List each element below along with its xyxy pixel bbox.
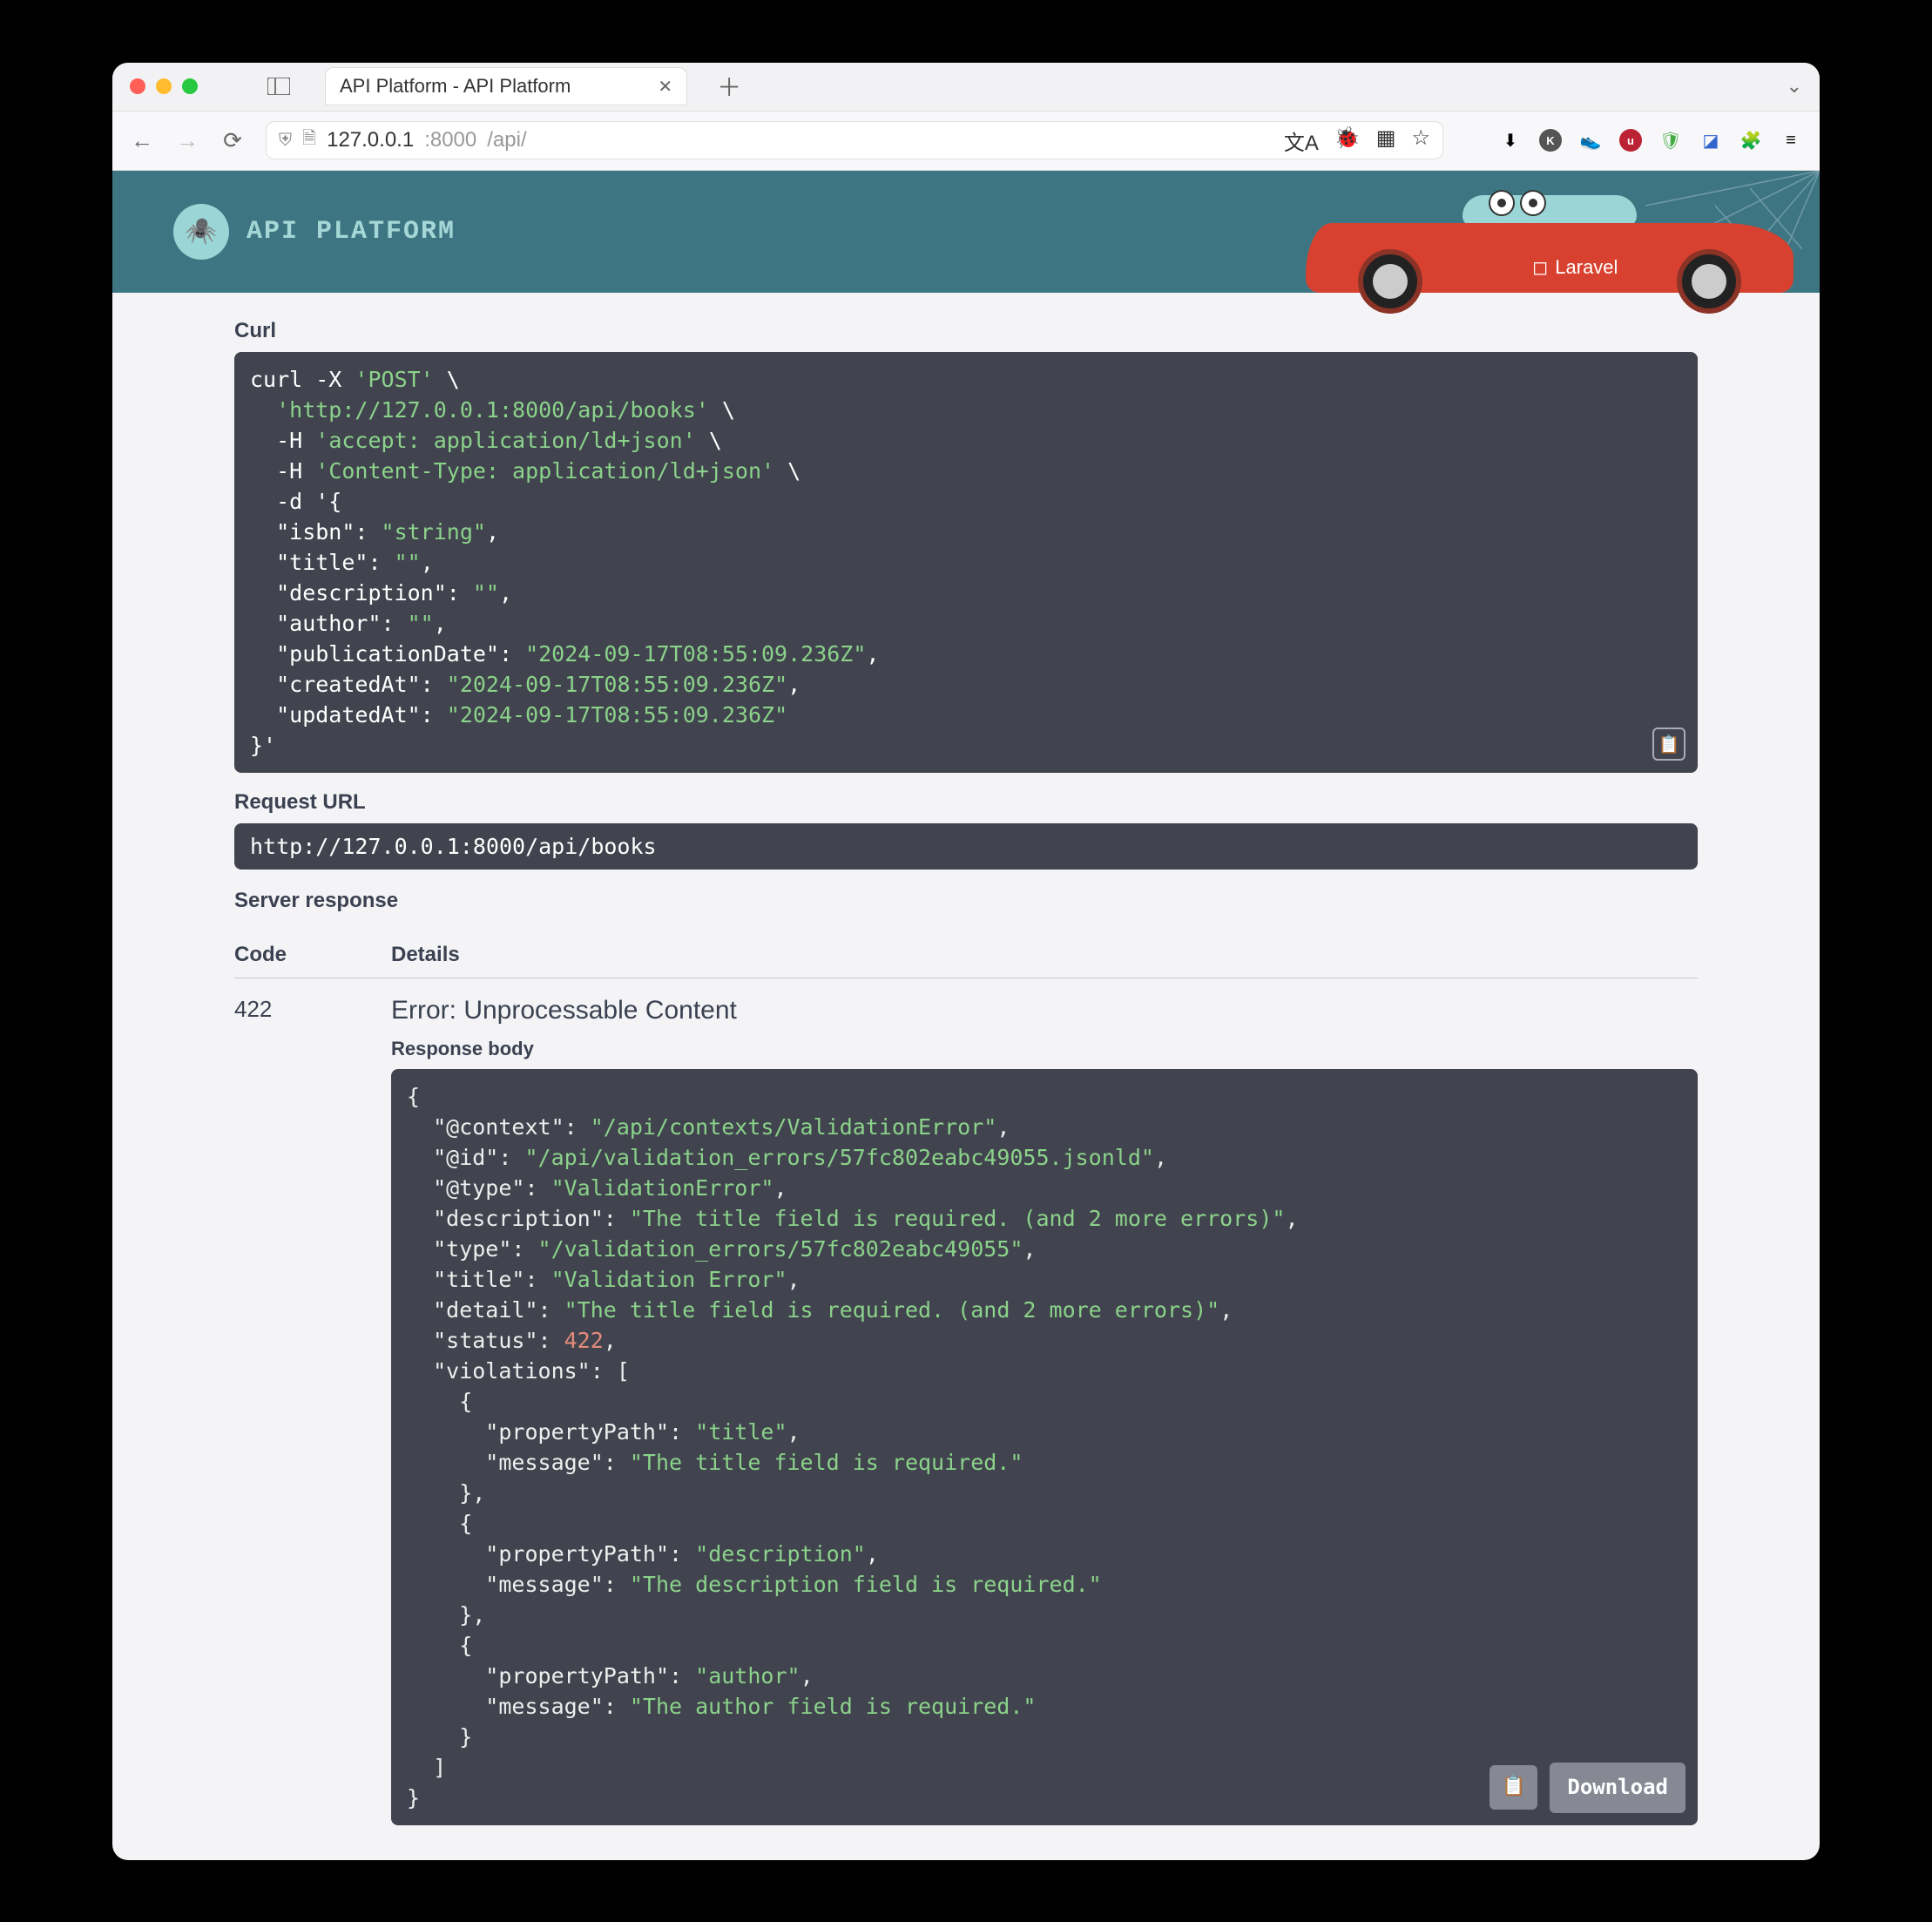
copy-curl-button[interactable]: 📋 <box>1652 728 1685 761</box>
lock-icon[interactable]: 🗎 <box>302 125 316 155</box>
request-url-value: http://127.0.0.1:8000/api/books <box>250 834 657 859</box>
request-url-label: Request URL <box>234 790 1698 815</box>
response-row: 422 Error: Unprocessable Content Respons… <box>234 978 1698 1825</box>
titlebar: API Platform - API Platform ✕ ＋ ⌄ <box>112 63 1820 112</box>
ublock-icon[interactable]: u <box>1619 129 1642 152</box>
address-bar[interactable]: ⛨ 🗎 127.0.0.1 :8000/api/ 文A 🐞 ▦ ☆ <box>266 121 1443 159</box>
tabs-dropdown-icon[interactable]: ⌄ <box>1787 75 1802 98</box>
url-port: :8000 <box>424 128 476 152</box>
extension-square-icon[interactable]: ◪ <box>1699 129 1722 152</box>
sidebar-toggle-icon[interactable] <box>266 77 292 96</box>
bookmark-star-icon[interactable]: ☆ <box>1411 125 1430 156</box>
brand-title: API PLATFORM <box>247 217 456 247</box>
code-header: Code <box>234 943 339 967</box>
shield-icon[interactable]: ⛨ <box>279 131 292 151</box>
extensions-puzzle-icon[interactable]: 🧩 <box>1739 129 1762 152</box>
forward-button[interactable]: → <box>175 127 199 154</box>
copy-response-button[interactable]: 📋 <box>1490 1765 1537 1810</box>
grid-icon[interactable]: ▦ <box>1376 125 1396 156</box>
url-host: 127.0.0.1 <box>327 128 414 152</box>
response-body-codebox: { "@context": "/api/contexts/ValidationE… <box>391 1069 1698 1825</box>
hamburger-menu-icon[interactable]: ≡ <box>1780 129 1802 152</box>
toolbar: ← → ⟳ ⛨ 🗎 127.0.0.1 :8000/api/ 文A 🐞 ▦ ☆ ⬇… <box>112 112 1820 171</box>
details-header: Details <box>391 943 460 967</box>
request-url-box: http://127.0.0.1:8000/api/books <box>234 823 1698 870</box>
tab-title: API Platform - API Platform <box>340 75 571 98</box>
minimize-window-button[interactable] <box>156 78 172 94</box>
curl-label: Curl <box>234 319 1698 343</box>
download-button[interactable]: Download <box>1550 1763 1685 1813</box>
response-table-header: Code Details <box>234 929 1698 978</box>
main-content: Curl curl -X 'POST' \ 'http://127.0.0.1:… <box>112 293 1820 1860</box>
download-icon[interactable]: ⬇ <box>1499 129 1522 152</box>
api-platform-header: 🕷️ API PLATFORM ◻ Laravel <box>112 171 1820 293</box>
laravel-label: Laravel <box>1555 256 1618 279</box>
browser-window: API Platform - API Platform ✕ ＋ ⌄ ← → ⟳ … <box>112 63 1820 1860</box>
new-tab-button[interactable]: ＋ <box>717 69 741 104</box>
laravel-icon: ◻ <box>1532 256 1548 279</box>
translate-icon[interactable]: 文A <box>1284 125 1319 156</box>
error-title: Error: Unprocessable Content <box>391 996 1698 1025</box>
back-button[interactable]: ← <box>130 127 154 154</box>
extension-shoe-icon[interactable]: 👟 <box>1579 129 1602 152</box>
extension-shield-icon[interactable]: 🛡 <box>1659 129 1682 152</box>
close-window-button[interactable] <box>130 78 145 94</box>
maximize-window-button[interactable] <box>182 78 198 94</box>
api-platform-logo-icon: 🕷️ <box>173 204 229 260</box>
browser-tab[interactable]: API Platform - API Platform ✕ <box>325 67 687 105</box>
extension-k-icon[interactable]: K <box>1539 129 1562 152</box>
reload-button[interactable]: ⟳ <box>220 127 245 154</box>
response-code: 422 <box>234 996 339 1825</box>
curl-codebox: curl -X 'POST' \ 'http://127.0.0.1:8000/… <box>234 352 1698 773</box>
car-mascot: ◻ Laravel <box>1306 183 1794 314</box>
laravel-badge: ◻ Laravel <box>1532 256 1618 279</box>
response-body-label: Response body <box>391 1038 1698 1060</box>
window-controls <box>130 78 198 94</box>
bug-icon[interactable]: 🐞 <box>1334 125 1361 156</box>
close-tab-icon[interactable]: ✕ <box>658 76 672 98</box>
toolbar-extensions: ⬇ K 👟 u 🛡 ◪ 🧩 ≡ <box>1499 129 1802 152</box>
url-path: /api/ <box>487 128 526 152</box>
server-response-label: Server response <box>234 889 1698 913</box>
